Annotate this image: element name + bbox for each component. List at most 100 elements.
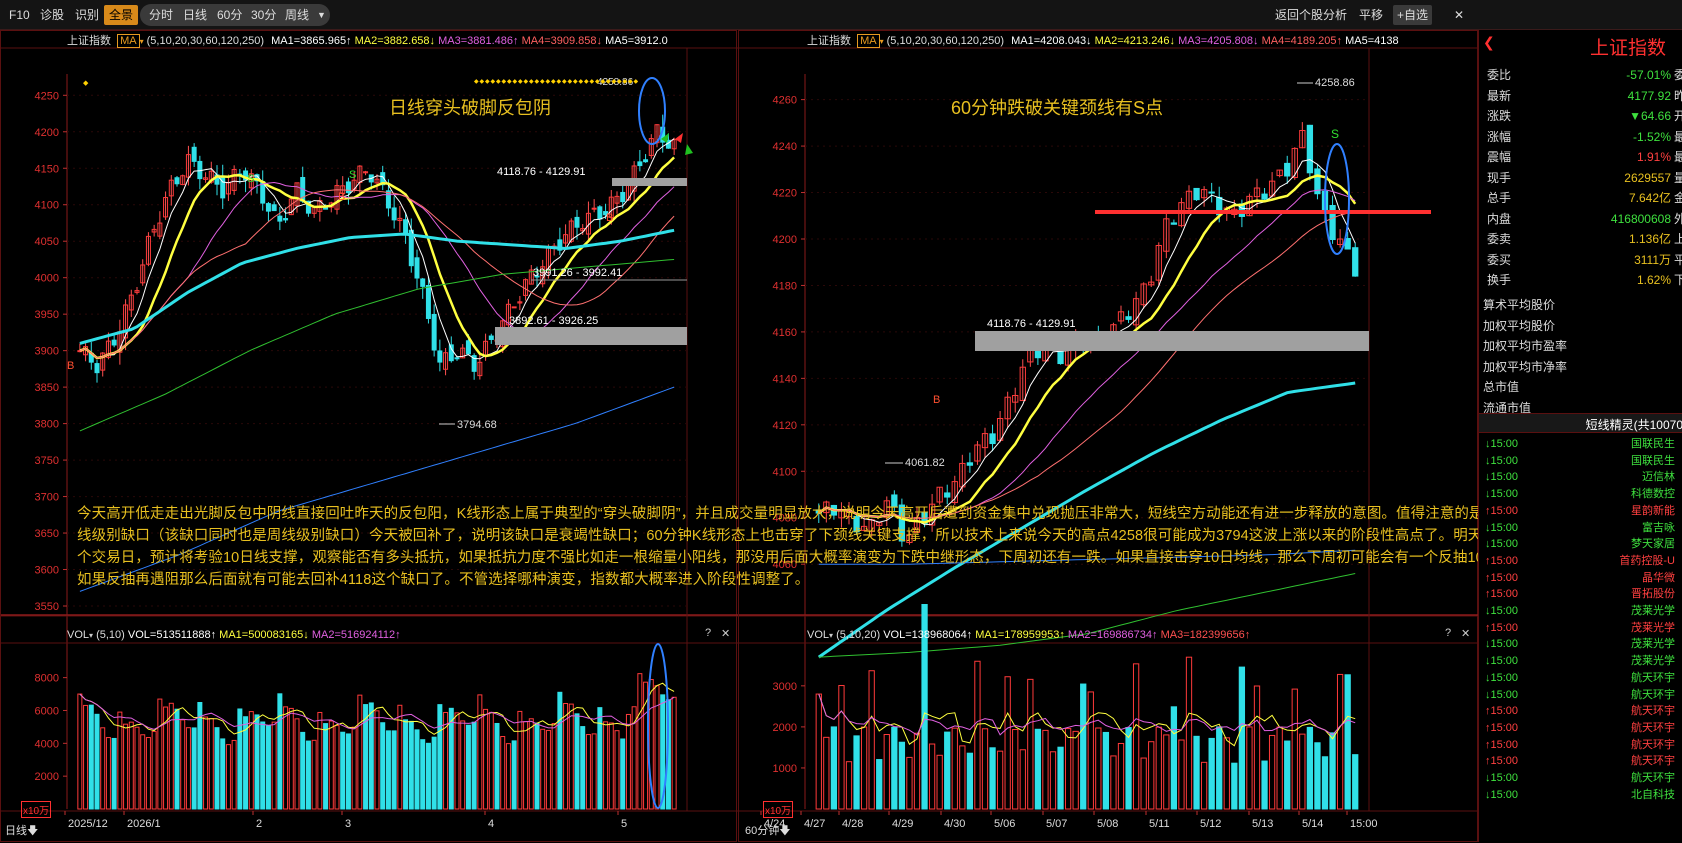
panorama-button[interactable]: 全景 bbox=[104, 5, 139, 25]
add-watchlist-button[interactable]: +自选 bbox=[1393, 5, 1433, 25]
stat-row: 总市值 bbox=[1479, 376, 1682, 398]
volume-bar bbox=[477, 694, 483, 810]
volume-bar bbox=[959, 745, 966, 810]
sprite-item[interactable]: ↑15:00 晶华微 bbox=[1479, 570, 1682, 587]
sprite-item[interactable]: ↑15:00 星韵新能 bbox=[1479, 503, 1682, 520]
volume-bar bbox=[591, 733, 597, 810]
candle-body bbox=[620, 191, 626, 203]
period-switch-button[interactable]: 60分钟🡇 bbox=[745, 822, 791, 841]
sprite-item[interactable]: ↓15:00 茂莱光学 bbox=[1479, 653, 1682, 670]
sprite-item[interactable]: ↑15:00 航天环宇 bbox=[1479, 720, 1682, 737]
tab-weekly[interactable]: 周线 bbox=[280, 5, 314, 25]
sprite-stock: 国联民生 bbox=[1631, 438, 1675, 450]
volume-bar bbox=[1284, 740, 1291, 810]
volume-bar bbox=[83, 704, 89, 810]
chevron-down-icon[interactable]: ▼ bbox=[312, 5, 331, 25]
help-icon[interactable]: ? bbox=[1445, 627, 1451, 639]
tab-30min[interactable]: 30分 bbox=[246, 5, 281, 25]
sprite-item[interactable]: ↓15:00 迈信林 bbox=[1479, 469, 1682, 486]
sprite-item[interactable]: ↓15:00 科德数控 bbox=[1479, 486, 1682, 503]
signal-marker: ◆ bbox=[546, 79, 551, 85]
sprite-item[interactable]: ↓15:00 国联民生 bbox=[1479, 436, 1682, 453]
chevron-left-icon[interactable]: ❮ bbox=[1483, 34, 1495, 51]
sprite-title: 短线精灵(共10070 bbox=[1585, 418, 1682, 432]
help-icon[interactable]: ? bbox=[705, 627, 711, 639]
tab-timeshare[interactable]: 分时 bbox=[144, 5, 178, 25]
sprite-item[interactable]: ↓15:00 北自科技 bbox=[1479, 787, 1682, 804]
y-tick-label: 3900 bbox=[35, 346, 59, 358]
x-tick-label: 2026/1 bbox=[127, 818, 161, 830]
volume-bar bbox=[260, 721, 266, 810]
ma-button[interactable]: MA bbox=[857, 34, 880, 48]
volume-bar bbox=[1095, 727, 1102, 810]
pan-button[interactable]: 平移 bbox=[1359, 5, 1383, 25]
y-tick-label: 4140 bbox=[773, 373, 797, 385]
volume-bar bbox=[1102, 731, 1110, 810]
vol-button[interactable]: VOL bbox=[807, 629, 829, 641]
daily-kline-chart[interactable]: 4250420041504100405040003950390038503800… bbox=[1, 31, 738, 843]
sprite-item[interactable]: ↑15:00 茂莱光学 bbox=[1479, 620, 1682, 637]
tab-daily[interactable]: 日线 bbox=[178, 5, 212, 25]
period-switch-button[interactable]: 日线🡇 bbox=[5, 822, 38, 841]
gap-box bbox=[612, 178, 687, 186]
volume-bar bbox=[1246, 726, 1253, 810]
volume-bar bbox=[637, 673, 643, 810]
identify-button[interactable]: 识别 bbox=[70, 5, 104, 25]
sprite-item[interactable]: ↑15:00 航天环宇 bbox=[1479, 753, 1682, 770]
close-icon[interactable]: ✕ bbox=[1461, 627, 1470, 640]
signal-marker: ◆ bbox=[579, 79, 584, 85]
volume-bar bbox=[191, 727, 197, 810]
f10-button[interactable]: F10 bbox=[4, 5, 35, 25]
collapse-icon[interactable]: ✕ bbox=[1454, 5, 1464, 25]
candle-body bbox=[94, 363, 100, 374]
signal-marker: ◆ bbox=[612, 79, 617, 85]
sprite-item[interactable]: ↑15:00 首药控股-U bbox=[1479, 553, 1682, 570]
arrow-down-icon: 🡇 bbox=[779, 825, 791, 837]
y-tick-label: 3600 bbox=[35, 565, 59, 577]
candle-body bbox=[511, 306, 517, 309]
volume-bar bbox=[328, 720, 334, 810]
sprite-item[interactable]: ↓15:00 茂莱光学 bbox=[1479, 603, 1682, 620]
stat-label: 加权平均市净率 bbox=[1483, 359, 1568, 374]
back-to-stock-button[interactable]: 返回个股分析 bbox=[1275, 5, 1347, 25]
hourly-kline-chart[interactable]: 4260424042204200418041604140412041004080… bbox=[739, 31, 1479, 843]
sprite-time: ↓15:00 bbox=[1485, 655, 1519, 668]
quote-extra: 最 bbox=[1674, 150, 1682, 164]
y-tick-label: 4100 bbox=[773, 466, 797, 478]
volume-bar bbox=[1344, 674, 1351, 810]
volume-bar bbox=[883, 734, 890, 810]
ma2-value: MA2=4213.246↓ bbox=[1094, 35, 1176, 47]
vol-tick-label: 2000 bbox=[35, 771, 59, 783]
vol-button[interactable]: VOL bbox=[67, 629, 89, 641]
chart-title: 日线穿头破脚反包阴 bbox=[389, 98, 551, 118]
sprite-item[interactable]: ↓15:00 航天环宇 bbox=[1479, 687, 1682, 704]
volume-bar bbox=[208, 718, 214, 810]
sprite-item[interactable]: ↓15:00 国联民生 bbox=[1479, 453, 1682, 470]
volume-bar bbox=[1027, 678, 1034, 810]
volume-bar bbox=[1072, 730, 1079, 810]
candle-body bbox=[989, 433, 996, 445]
volume-bar bbox=[1314, 742, 1321, 810]
sprite-item[interactable]: ↑15:00 晋拓股份 bbox=[1479, 586, 1682, 603]
ma-button[interactable]: MA bbox=[117, 34, 140, 48]
sprite-time: ↓15:00 bbox=[1485, 488, 1519, 501]
candle-body bbox=[1261, 193, 1268, 200]
sprite-item[interactable]: ↓15:00 茂莱光学 bbox=[1479, 636, 1682, 653]
candle-body bbox=[597, 206, 603, 220]
tab-60min[interactable]: 60分 bbox=[212, 5, 247, 25]
volume-bar bbox=[317, 711, 323, 810]
vol-ma-line bbox=[818, 693, 1356, 736]
sprite-item[interactable]: ↓15:00 梦天家居 bbox=[1479, 536, 1682, 553]
close-icon[interactable]: ✕ bbox=[721, 627, 730, 640]
candle-body bbox=[966, 462, 974, 466]
period-switch-label: 日线 bbox=[5, 825, 27, 837]
sprite-item[interactable]: ↓15:00 航天环宇 bbox=[1479, 770, 1682, 787]
sprite-item[interactable]: ↑15:00 航天环宇 bbox=[1479, 737, 1682, 754]
diagnose-button[interactable]: 诊股 bbox=[35, 5, 69, 25]
sprite-item[interactable]: ↓15:00 富吉咏 bbox=[1479, 520, 1682, 537]
sprite-item[interactable]: ↑15:00 航天环宇 bbox=[1479, 703, 1682, 720]
sprite-item[interactable]: ↓15:00 航天环宇 bbox=[1479, 670, 1682, 687]
gap-box bbox=[975, 331, 1369, 351]
candle-body bbox=[574, 216, 580, 228]
volume-bar bbox=[1170, 706, 1178, 810]
